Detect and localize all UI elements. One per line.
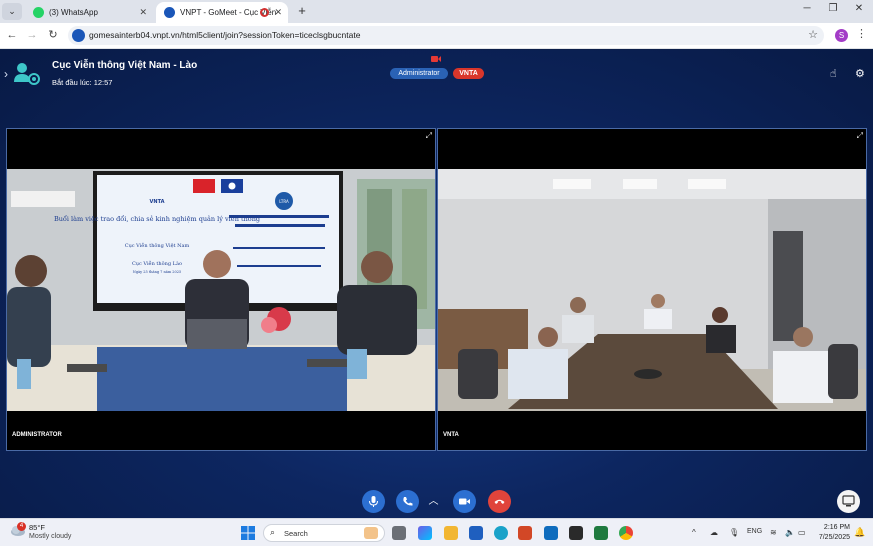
url-text: gomesainterb04.vnpt.vn/html5client/join?… xyxy=(89,30,361,40)
camera-button[interactable] xyxy=(453,490,476,513)
logo-ltra: LTRA xyxy=(279,199,289,204)
chat-button[interactable] xyxy=(837,490,860,513)
wifi-icon[interactable]: ≋ xyxy=(770,528,777,537)
tab-search-menu-button[interactable]: ⌄ xyxy=(2,3,22,20)
url-input[interactable]: gomesainterb04.vnpt.vn/html5client/join?… xyxy=(68,26,824,45)
close-icon[interactable]: ✕ xyxy=(274,2,282,23)
word-icon[interactable] xyxy=(469,526,483,540)
address-bar: ← → ↻ gomesainterb04.vnpt.vn/html5client… xyxy=(0,23,873,49)
minimize-icon[interactable]: ─ xyxy=(800,3,814,14)
logo-vnta: VNTA xyxy=(150,199,165,205)
clock-date: 7/25/2025 xyxy=(818,534,850,541)
whatsapp-icon xyxy=(33,7,44,18)
forward-button[interactable]: → xyxy=(24,27,40,43)
restore-icon[interactable]: ❐ xyxy=(826,3,840,14)
weather-temp[interactable]: 85°F xyxy=(29,523,45,532)
video-feed-vnta xyxy=(438,169,866,411)
video-tile-administrator[interactable]: ⤢ Buổi làm việc trao đổi, chia sẻ kinh n… xyxy=(6,128,436,451)
site-info-icon[interactable] xyxy=(72,29,85,42)
screen-date-vn: Ngày 25 tháng 7 năm 2025 xyxy=(133,270,181,274)
video-camera-icon xyxy=(459,498,470,505)
participants-settings-icon[interactable] xyxy=(14,62,40,86)
windows-start-icon[interactable] xyxy=(241,526,255,540)
battery-icon[interactable]: ▭ xyxy=(798,528,806,537)
meeting-start-time: Bắt đầu lúc: 12:57 xyxy=(52,78,113,87)
edge-icon[interactable] xyxy=(494,526,508,540)
raise-hand-icon[interactable]: ☝ xyxy=(830,67,837,80)
notification-bell-icon[interactable]: 🔔 xyxy=(854,527,865,538)
system-clock[interactable]: 2:16 PM 7/25/2025 xyxy=(816,523,850,543)
bookmark-star-icon[interactable]: ☆ xyxy=(808,26,818,45)
teams-icon[interactable] xyxy=(544,526,558,540)
meeting-title: Cục Viễn thông Việt Nam - Lào xyxy=(52,60,198,71)
browser-tab-bar: ⌄ (3) WhatsApp ✕ VNPT - GoMeet - Cục Viễ… xyxy=(0,0,873,23)
screen-line-vn: Cục Viễn thông Việt Nam xyxy=(125,241,190,249)
chat-screen-icon xyxy=(842,495,855,507)
taskbar: 4 85°F Mostly cloudy ⌕ Search ^ ☁ 🎙 ENG … xyxy=(0,518,873,546)
tab-label: (3) WhatsApp xyxy=(49,8,98,17)
search-icon: ⌕ xyxy=(270,527,276,537)
browser-menu-icon[interactable]: ⋮ xyxy=(856,27,867,40)
chrome-icon[interactable] xyxy=(619,526,633,540)
file-explorer-icon[interactable] xyxy=(444,526,458,540)
weather-description[interactable]: Mostly cloudy xyxy=(29,533,71,540)
copilot-icon[interactable] xyxy=(418,526,432,540)
reload-button[interactable]: ↻ xyxy=(45,27,61,43)
tile-name-label: ADMINISTRATOR xyxy=(12,432,62,438)
volume-icon[interactable]: 🔈 xyxy=(785,528,795,537)
taskbar-search-input[interactable]: ⌕ Search xyxy=(263,524,385,542)
recording-camera-icon xyxy=(431,56,441,62)
clock-time: 2:16 PM xyxy=(823,524,850,531)
back-button[interactable]: ← xyxy=(4,27,20,43)
audio-phone-button[interactable] xyxy=(396,490,419,513)
fullscreen-icon[interactable]: ⤢ xyxy=(857,131,863,141)
excel-icon[interactable] xyxy=(594,526,608,540)
chevron-right-icon[interactable]: › xyxy=(4,67,8,81)
chevron-up-icon[interactable]: ^ xyxy=(692,528,696,537)
recording-indicator-icon xyxy=(260,8,269,17)
role-badge: Administrator xyxy=(390,68,448,79)
video-tile-vnta[interactable]: ⤢ VNTA xyxy=(437,128,867,451)
hang-up-icon xyxy=(494,499,505,504)
audio-options-chevron-up-icon[interactable]: ︿ xyxy=(422,490,445,513)
app-icon[interactable] xyxy=(569,526,583,540)
tab-whatsapp[interactable]: (3) WhatsApp ✕ xyxy=(25,2,153,23)
meeting-area: › Cục Viễn thông Việt Nam - Lào Bắt đầu … xyxy=(0,50,873,518)
microphone-icon xyxy=(369,496,378,507)
tab-gomeet[interactable]: VNPT - GoMeet - Cục Viễn ✕ xyxy=(156,2,288,23)
org-badge: VNTA xyxy=(453,68,484,79)
profile-avatar[interactable]: S xyxy=(835,29,848,42)
search-placeholder: Search xyxy=(284,529,308,538)
new-tab-button[interactable]: + xyxy=(294,3,310,19)
fullscreen-icon[interactable]: ⤢ xyxy=(426,131,432,141)
vnpt-icon xyxy=(164,7,175,18)
video-feed-administrator: Buổi làm việc trao đổi, chia sẻ kinh ngh… xyxy=(7,169,435,411)
task-view-icon[interactable] xyxy=(392,526,406,540)
close-window-icon[interactable]: ✕ xyxy=(852,3,866,14)
language-indicator[interactable]: ENG xyxy=(747,528,762,535)
search-highlight-icon xyxy=(364,527,378,539)
screen-line-lao: Cục Viễn thông Lào xyxy=(132,259,182,267)
gear-icon[interactable]: ⚙ xyxy=(855,67,865,80)
microphone-tray-icon[interactable]: 🎙 xyxy=(729,528,739,537)
leave-call-button[interactable] xyxy=(488,490,511,513)
microphone-button[interactable] xyxy=(362,490,385,513)
close-icon[interactable]: ✕ xyxy=(139,2,147,23)
phone-icon xyxy=(403,497,413,506)
powerpoint-icon[interactable] xyxy=(518,526,532,540)
tile-name-label: VNTA xyxy=(443,432,459,438)
cloud-sync-icon[interactable]: ☁ xyxy=(710,528,718,537)
weather-alert-badge: 4 xyxy=(17,522,26,531)
